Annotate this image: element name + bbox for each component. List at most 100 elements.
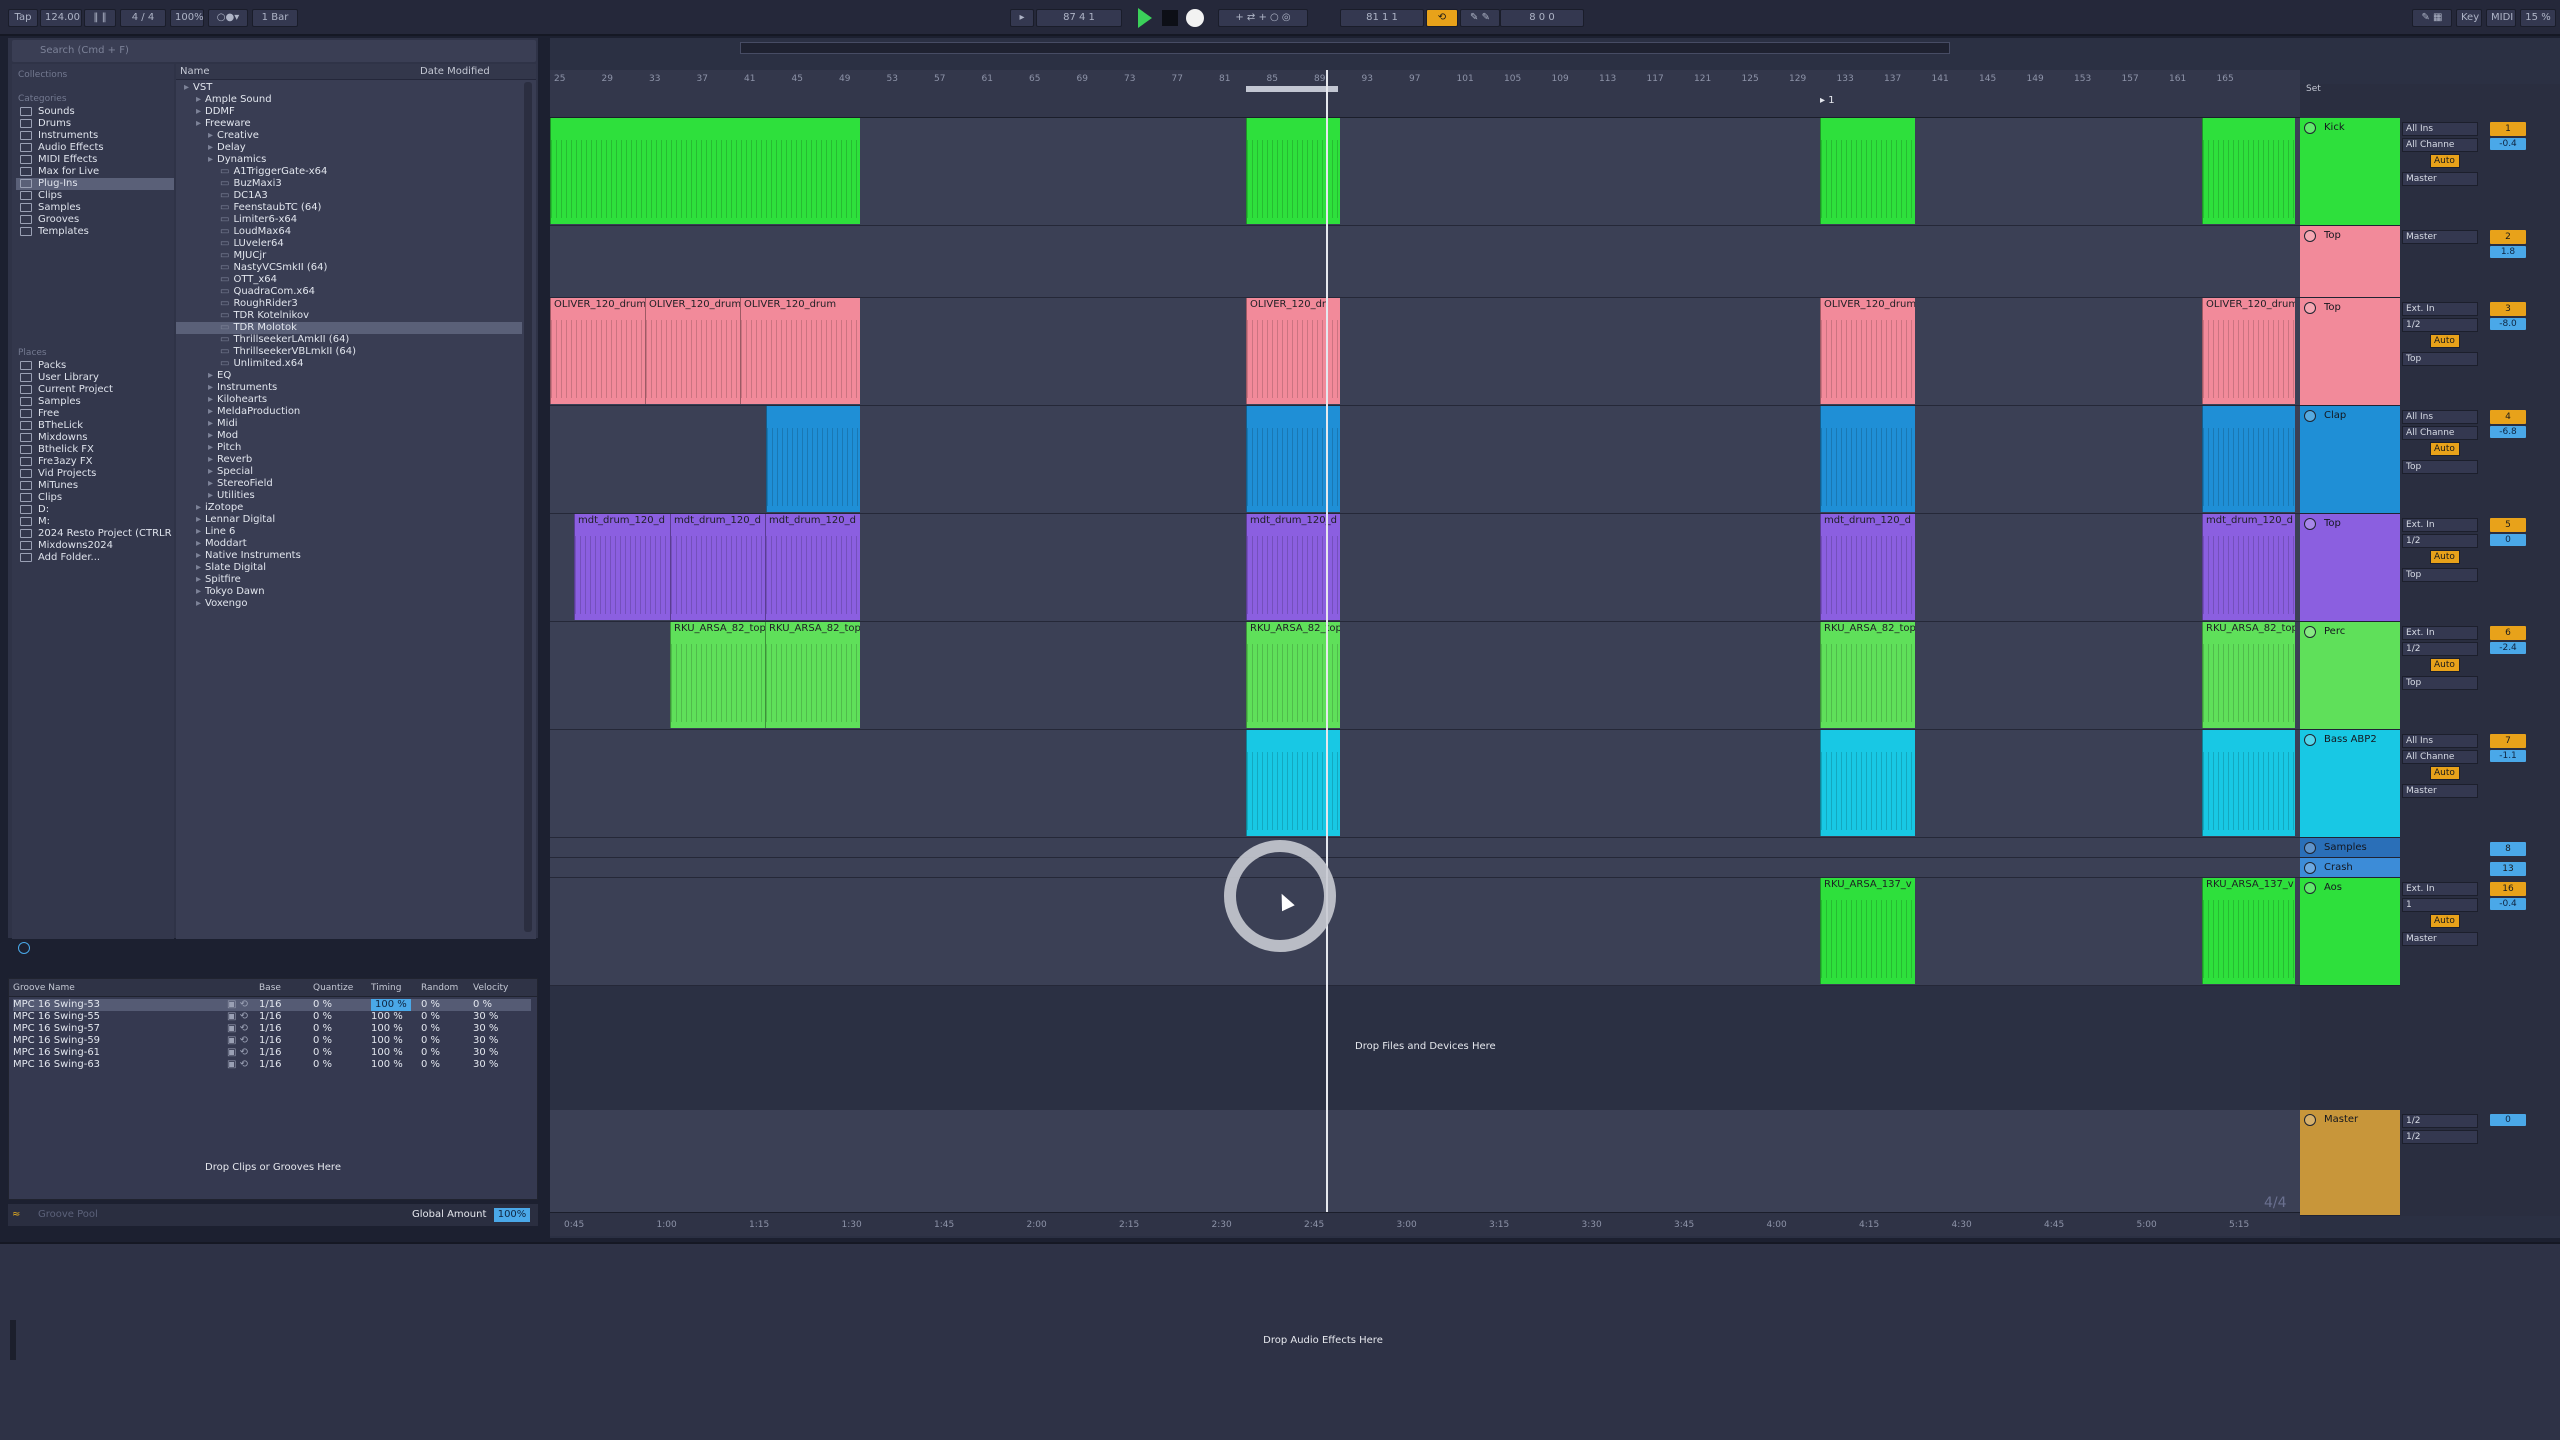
track-name[interactable]: Clap <box>2324 410 2346 421</box>
output-menu[interactable]: Top <box>2402 460 2478 474</box>
track-volume[interactable]: 0 <box>2490 1114 2526 1126</box>
track-name[interactable]: Samples <box>2324 842 2367 853</box>
browser-tree-item[interactable]: ▭ NastyVCSmkII (64) <box>176 262 522 274</box>
browser-tree-item[interactable]: ▸ Midi <box>176 418 522 430</box>
track-name[interactable]: Top <box>2324 302 2341 313</box>
place-item[interactable]: Fre3azy FX <box>16 456 174 468</box>
track-header[interactable]: Master <box>2300 1110 2400 1216</box>
audio-clip[interactable] <box>766 406 860 512</box>
groove-cell[interactable]: 100 % <box>371 1035 403 1047</box>
browser-tree-item[interactable]: ▭ DC1A3 <box>176 190 522 202</box>
groove-cell[interactable]: 0 % <box>313 1023 332 1035</box>
browser-tree-item[interactable]: ▸ iZotope <box>176 502 522 514</box>
place-item[interactable]: Free <box>16 408 174 420</box>
nudge-buttons[interactable]: ‖ ‖ <box>84 9 116 27</box>
groove-cell[interactable]: 0 % <box>421 1047 440 1059</box>
groove-cell[interactable]: 100 % <box>371 1047 403 1059</box>
groove-cell[interactable]: 30 % <box>473 1023 498 1035</box>
global-amount-value[interactable]: 100% <box>494 1208 530 1222</box>
groove-row[interactable]: MPC 16 Swing-53 1/16 0 % 100 % 0 % 0 % ▣ ⟲ <box>13 999 531 1011</box>
place-item[interactable]: Vid Projects <box>16 468 174 480</box>
record-icon[interactable] <box>1186 9 1204 27</box>
groove-column-header[interactable]: Quantize <box>313 981 353 995</box>
browser-tree-item[interactable]: ▸ Mod <box>176 430 522 442</box>
track-lane[interactable] <box>550 1110 2300 1216</box>
track-activator-icon[interactable] <box>2304 1114 2316 1126</box>
track-volume[interactable]: -1.1 <box>2490 750 2526 762</box>
track-header[interactable]: Clap <box>2300 406 2400 514</box>
groove-cell[interactable]: 1/16 <box>259 999 281 1011</box>
loop-start-field[interactable]: 81 1 1 <box>1340 9 1424 27</box>
groove-cell[interactable]: 100 % <box>371 999 411 1011</box>
play-icon[interactable] <box>1138 8 1152 28</box>
place-item[interactable]: 2024 Resto Project (CTRLR <box>16 528 174 540</box>
column-header-date[interactable]: Date Modified <box>420 65 490 79</box>
input-type-menu[interactable]: All Ins <box>2402 122 2478 136</box>
groove-cell[interactable]: 100 % <box>371 1011 403 1023</box>
track-volume[interactable]: -6.8 <box>2490 426 2526 438</box>
track-header[interactable]: Kick <box>2300 118 2400 226</box>
groove-cell[interactable]: 0 % <box>313 1059 332 1071</box>
audio-clip[interactable] <box>550 118 860 224</box>
track-activator-icon[interactable] <box>2304 734 2316 746</box>
loop-length-field[interactable]: 8 0 0 <box>1500 9 1584 27</box>
browser-tree-item[interactable]: ▸ EQ <box>176 370 522 382</box>
groove-cell[interactable]: 1/16 <box>259 1023 281 1035</box>
groove-cell[interactable]: 0 % <box>313 1011 332 1023</box>
set-button[interactable]: Set <box>2306 82 2321 96</box>
track-number-button[interactable]: 5 <box>2490 518 2526 532</box>
audio-clip[interactable]: mdt_drum_120_d <box>765 514 860 620</box>
browser-tree-item[interactable]: ▸ DDMF <box>176 106 522 118</box>
output-menu[interactable]: Master <box>2402 784 2478 798</box>
arrangement-position-field[interactable]: 87 4 1 <box>1036 9 1122 27</box>
place-item[interactable]: Packs <box>16 360 174 372</box>
track-name[interactable]: Bass ABP2 <box>2324 734 2377 745</box>
browser-tree-item[interactable]: ▭ RoughRider3 <box>176 298 522 310</box>
place-item[interactable]: Bthelick FX <box>16 444 174 456</box>
audio-clip[interactable] <box>1820 730 1915 836</box>
input-channel-menu[interactable]: 1/2 <box>2402 642 2478 656</box>
browser-tree-item[interactable]: ▭ OTT_x64 <box>176 274 522 286</box>
groove-column-header[interactable]: Velocity <box>473 981 508 995</box>
place-item[interactable]: Add Folder... <box>16 552 174 564</box>
browser-tree-item[interactable]: ▭ TDR Molotok <box>176 322 522 334</box>
tempo-field[interactable]: 124.00 <box>40 9 82 27</box>
browser-tree-item[interactable]: ▸ VST <box>176 82 522 94</box>
browser-tree-item[interactable]: ▸ Slate Digital <box>176 562 522 574</box>
track-name[interactable]: Kick <box>2324 122 2345 133</box>
track-volume[interactable]: -0.4 <box>2490 898 2526 910</box>
time-ruler[interactable]: 0:45 1:00 1:15 1:30 1:45 2:00 2:15 2:30 2:45 3:00… <box>550 1212 2300 1236</box>
track-volume[interactable]: 0 <box>2490 534 2526 546</box>
track-activator-icon[interactable] <box>2304 842 2316 854</box>
column-header-name[interactable]: Name <box>180 65 210 79</box>
groove-column-header[interactable]: Random <box>421 981 458 995</box>
groove-cell[interactable]: 100 % <box>371 1059 403 1071</box>
track-header[interactable]: Top <box>2300 226 2400 298</box>
groove-cell[interactable]: 0 % <box>421 1011 440 1023</box>
track-name[interactable]: Top <box>2324 518 2341 529</box>
browser-tree-item[interactable]: ▸ Kilohearts <box>176 394 522 406</box>
audio-clip[interactable]: RKU_ARSA_82_top <box>670 622 765 728</box>
browser-tree-item[interactable]: ▭ TDR Kotelnikov <box>176 310 522 322</box>
browser-tree-item[interactable]: ▭ Limiter6-x64 <box>176 214 522 226</box>
groove-cell[interactable]: 1/16 <box>259 1011 281 1023</box>
browser-tree-item[interactable]: ▸ Native Instruments <box>176 550 522 562</box>
browser-tree-item[interactable]: ▸ Special <box>176 466 522 478</box>
track-lane[interactable]: OLIVER_120_drum OLIVER_120_drum OLIVER_120… <box>550 298 2300 406</box>
track-name[interactable]: Crash <box>2324 862 2353 873</box>
track-number-button[interactable]: 6 <box>2490 626 2526 640</box>
metronome-button[interactable]: ○●▾ <box>208 9 248 27</box>
groove-cell[interactable]: 0 % <box>421 1059 440 1071</box>
loop-switch[interactable]: ⟲ <box>1426 9 1458 27</box>
groove-row[interactable]: MPC 16 Swing-63 1/16 0 % 100 % 0 % 30 % ▣ ⟲ <box>13 1059 531 1071</box>
track-activator-icon[interactable] <box>2304 122 2316 134</box>
audio-clip[interactable]: RKU_ARSA_82_top <box>1820 622 1915 728</box>
browser-tree-item[interactable]: ▸ StereoField <box>176 478 522 490</box>
browser-tree-item[interactable]: ▭ LoudMax64 <box>176 226 522 238</box>
input-type-menu[interactable]: All Ins <box>2402 734 2478 748</box>
audio-clip[interactable]: OLIVER_120_drum <box>2202 298 2295 404</box>
place-item[interactable]: User Library <box>16 372 174 384</box>
groove-hot-swap-icon[interactable]: ▣ ⟲ <box>227 1011 248 1023</box>
place-item[interactable]: Mixdowns2024 <box>16 540 174 552</box>
track-activator-icon[interactable] <box>2304 882 2316 894</box>
